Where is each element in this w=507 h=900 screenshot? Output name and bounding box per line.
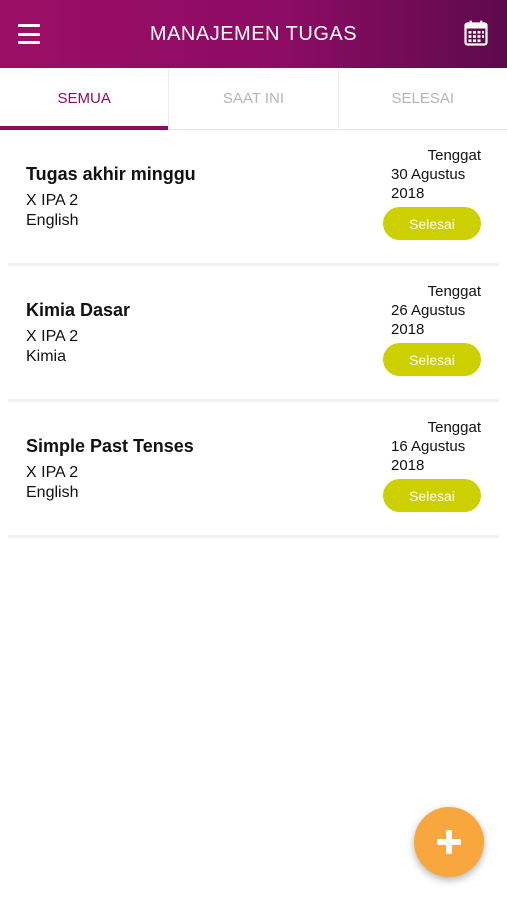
due-info: Tenggat 30 Agustus 2018 [371, 146, 481, 203]
tab-selesai[interactable]: SELESAI [339, 68, 507, 129]
task-card[interactable]: Simple Past Tenses X IPA 2 English Tengg… [8, 402, 499, 538]
due-date: 16 Agustus 2018 [391, 438, 466, 474]
due-info: Tenggat 16 Agustus 2018 [371, 418, 481, 475]
selesai-button[interactable]: Selesai [383, 207, 481, 240]
due-label: Tenggat [427, 283, 481, 300]
task-card[interactable]: Tugas akhir minggu X IPA 2 English Tengg… [8, 130, 499, 266]
tab-saat-ini[interactable]: SAAT INI [169, 68, 339, 129]
task-title: Simple Past Tenses [26, 436, 194, 456]
due-label: Tenggat [427, 419, 481, 436]
due-label: Tenggat [427, 147, 481, 164]
selesai-button[interactable]: Selesai [383, 479, 481, 512]
task-subject: English [26, 212, 79, 229]
task-class: X IPA 2 [26, 192, 79, 209]
plus-icon [437, 830, 461, 854]
page-title: MANAJEMEN TUGAS [149, 22, 358, 45]
task-class: X IPA 2 [26, 464, 79, 481]
due-date: 26 Agustus 2018 [391, 302, 466, 338]
task-subject: English [26, 484, 79, 501]
app-bar: MANAJEMEN TUGAS [0, 0, 507, 68]
due-info: Tenggat 26 Agustus 2018 [371, 282, 481, 339]
task-title: Kimia Dasar [26, 300, 131, 320]
tab-semua[interactable]: SEMUA [0, 68, 170, 130]
calendar-icon[interactable] [464, 20, 488, 46]
due-date: 30 Agustus 2018 [391, 166, 466, 202]
task-card[interactable]: Kimia Dasar X IPA 2 Kimia Tenggat 26 Agu… [8, 266, 499, 402]
task-list: Tugas akhir minggu X IPA 2 English Tengg… [0, 130, 507, 538]
task-subject: Kimia [26, 348, 67, 365]
hamburger-menu-icon[interactable] [17, 22, 41, 46]
add-task-button[interactable] [414, 807, 484, 877]
selesai-button[interactable]: Selesai [383, 343, 481, 376]
task-class: X IPA 2 [26, 328, 79, 345]
tab-bar: SEMUA SAAT INI SELESAI [0, 68, 507, 130]
task-title: Tugas akhir minggu [26, 164, 196, 184]
